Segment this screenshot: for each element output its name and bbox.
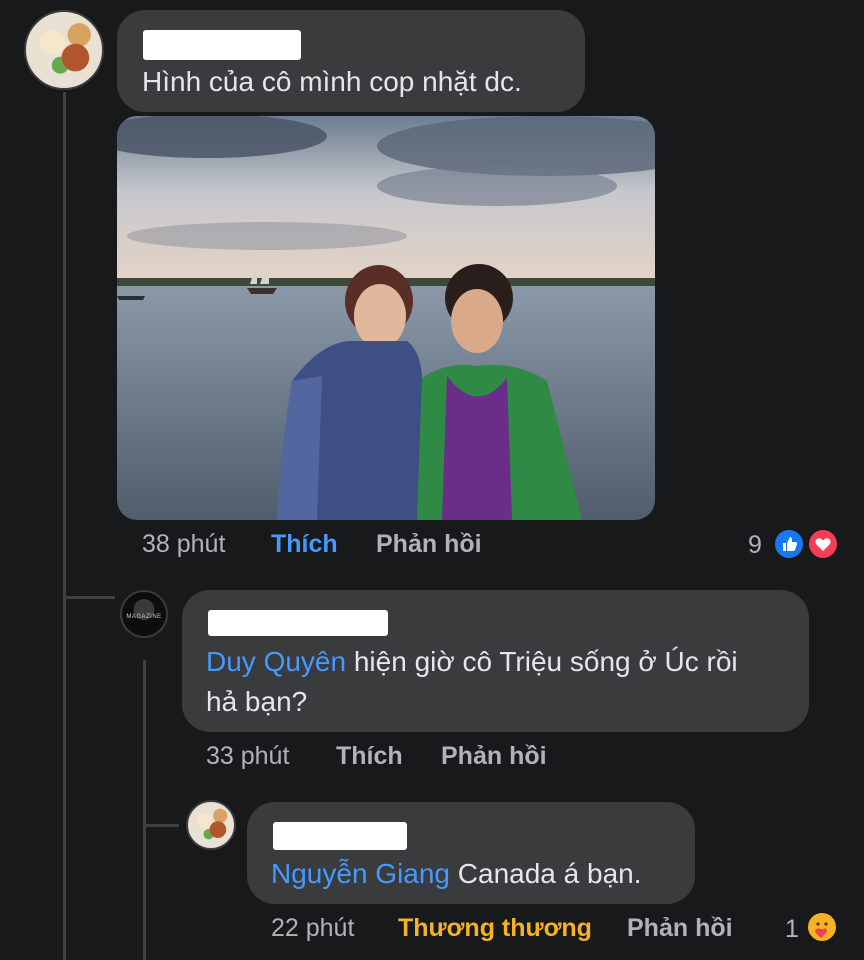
like-button[interactable]: Thích bbox=[271, 530, 338, 559]
comment-bubble: Nguyễn Giang Canada á bạn. bbox=[247, 802, 695, 904]
reply-button[interactable]: Phản hồi bbox=[441, 742, 547, 771]
thread-connector bbox=[63, 596, 115, 599]
avatar[interactable] bbox=[24, 10, 104, 90]
comment-photo[interactable] bbox=[117, 116, 655, 520]
avatar[interactable]: MAGAZINE bbox=[120, 590, 168, 638]
mention-link[interactable]: Nguyễn Giang bbox=[271, 858, 450, 889]
redacted-author-name bbox=[273, 822, 407, 850]
like-reaction-icon[interactable] bbox=[773, 528, 805, 560]
photo-image bbox=[117, 116, 655, 520]
care-reaction-button[interactable]: Thương thương bbox=[398, 914, 592, 943]
redacted-author-name bbox=[143, 30, 301, 60]
comment-bubble: Duy Quyên hiện giờ cô Triệu sống ở Úc rồ… bbox=[182, 590, 809, 732]
comment-time[interactable]: 33 phút bbox=[206, 742, 289, 771]
mention-link[interactable]: Duy Quyên bbox=[206, 646, 346, 677]
avatar[interactable] bbox=[186, 800, 236, 850]
comment-bubble: Hình của cô mình cop nhặt dc. bbox=[117, 10, 585, 112]
comment-time[interactable]: 22 phút bbox=[271, 914, 354, 943]
comment-text: Hình của cô mình cop nhặt dc. bbox=[142, 66, 522, 97]
love-reaction-icon[interactable] bbox=[807, 528, 839, 560]
thread-line-reply bbox=[143, 660, 146, 960]
thread-line bbox=[63, 92, 66, 960]
comment-text: Duy Quyên hiện giờ cô Triệu sống ở Úc rồ… bbox=[206, 646, 738, 677]
comment-text: hả bạn? bbox=[206, 686, 308, 717]
thread-connector-reply bbox=[143, 824, 179, 827]
reply-button[interactable]: Phản hồi bbox=[376, 530, 482, 559]
like-button[interactable]: Thích bbox=[336, 742, 403, 771]
reaction-count[interactable]: 9 bbox=[748, 531, 762, 560]
comment-text: Nguyễn Giang Canada á bạn. bbox=[271, 858, 642, 889]
care-reaction-icon[interactable] bbox=[806, 911, 838, 943]
reaction-count[interactable]: 1 bbox=[785, 915, 799, 944]
comment-time[interactable]: 38 phút bbox=[142, 530, 225, 559]
redacted-author-name bbox=[208, 610, 388, 636]
reply-button[interactable]: Phản hồi bbox=[627, 914, 733, 943]
avatar-text: MAGAZINE bbox=[126, 614, 162, 620]
